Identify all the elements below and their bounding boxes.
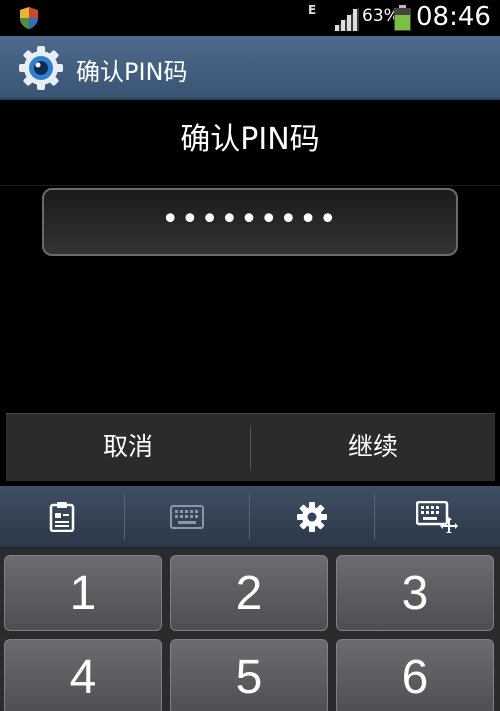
clipboard-icon [49, 502, 75, 532]
keyboard-resize-button[interactable] [375, 486, 499, 548]
pin-input[interactable]: ••••••••• [42, 188, 458, 256]
cancel-button[interactable]: 取消 [6, 414, 250, 482]
key-2[interactable]: 2 [170, 555, 328, 631]
key-1[interactable]: 1 [4, 555, 162, 631]
key-3[interactable]: 3 [336, 555, 494, 631]
shield-icon [20, 7, 38, 29]
keyboard-toolbar [0, 486, 500, 548]
page-title: 确认PIN码 [76, 58, 188, 86]
title-bar: 确认PIN码 [0, 36, 500, 100]
battery-icon [394, 5, 411, 31]
key-5[interactable]: 5 [170, 639, 328, 711]
network-type-label: E [308, 3, 317, 17]
settings-gear-icon [297, 502, 327, 532]
key-6[interactable]: 6 [336, 639, 494, 711]
continue-button[interactable]: 继续 [251, 414, 495, 482]
button-bar: 取消 继续 [6, 413, 495, 481]
keyboard-icon [170, 505, 204, 529]
gear-eye-icon [19, 46, 63, 90]
clock: 08:46 [416, 2, 491, 32]
clipboard-button[interactable] [0, 486, 124, 548]
settings-button[interactable] [250, 486, 374, 548]
keyboard: 1 2 3 4 5 6 [0, 486, 500, 711]
keyboard-resize-icon [416, 501, 458, 533]
signal-icon [333, 7, 359, 31]
prompt-label: 确认PIN码 [0, 100, 500, 186]
keyboard-button[interactable] [125, 486, 249, 548]
key-4[interactable]: 4 [4, 639, 162, 711]
status-bar: E 63% 08:46 [0, 0, 500, 36]
